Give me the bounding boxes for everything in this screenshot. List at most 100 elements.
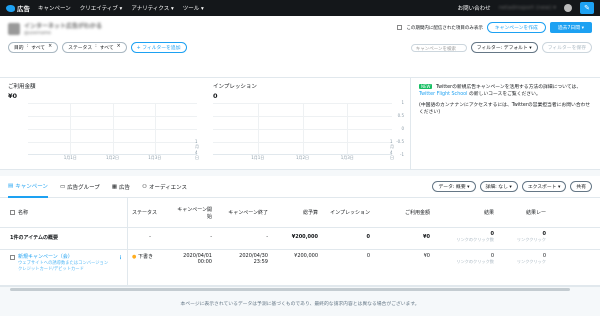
level-tabs: ▤ キャンペーン ▭ 広告グループ ▦ 広告 ⚇ オーディエンス データ: 概要… bbox=[0, 176, 600, 198]
summary-start: - bbox=[210, 234, 212, 240]
row-checkbox[interactable] bbox=[10, 255, 15, 260]
start-time: 00:00 bbox=[197, 259, 212, 265]
date-range-button[interactable]: 過去7日間 ▾ bbox=[549, 22, 592, 33]
save-filter-button[interactable]: フィルターを保存 bbox=[541, 42, 592, 53]
more-options-icon[interactable]: ⋮ bbox=[118, 255, 123, 261]
end-cell: 2020/04/30 23:59 bbox=[216, 250, 272, 268]
header-end[interactable]: キャンペーン終了 bbox=[216, 209, 272, 216]
main-nav: キャンペーン クリエイティブ ▾ アナリティクス ▾ ツール ▾ bbox=[38, 4, 204, 12]
filter-value: すべて bbox=[99, 46, 114, 51]
tab-audiences[interactable]: ⚇ オーディエンス bbox=[142, 176, 187, 198]
x-tick-label: 1月4日 bbox=[195, 139, 199, 160]
status-cell: ● 下書き bbox=[128, 250, 172, 263]
rate-cell: 0 リンククリック bbox=[498, 250, 550, 268]
select-all-checkbox[interactable] bbox=[10, 210, 15, 215]
tab-label: キャンペーン bbox=[15, 183, 48, 190]
header-name[interactable]: 名称 bbox=[0, 197, 128, 228]
horizontal-scrollbar[interactable] bbox=[0, 286, 600, 292]
ads-icon: ▦ bbox=[111, 183, 118, 190]
summary-name: 1件のアイテムの概要 bbox=[0, 228, 128, 250]
filter-status[interactable]: ステータス: すべて × bbox=[62, 42, 127, 53]
header-spend[interactable]: ご利用金額 bbox=[374, 209, 434, 216]
campaign-name-link[interactable]: 新規キャンペーン（会） bbox=[18, 253, 108, 260]
detail-dropdown[interactable]: 詳細: なし ▾ bbox=[479, 181, 518, 192]
y-tick-label: -1 bbox=[400, 152, 404, 157]
export-dropdown[interactable]: エクスポート ▾ bbox=[521, 181, 567, 192]
share-button[interactable]: 共有 bbox=[570, 181, 592, 192]
results-sub: リンクのクリック数 bbox=[456, 237, 494, 242]
brand-label: 広告 bbox=[17, 5, 30, 13]
tab-campaigns[interactable]: ▤ キャンペーン bbox=[8, 176, 48, 198]
header-label: 名称 bbox=[18, 210, 29, 216]
add-filter-button[interactable]: + フィルターを追加 bbox=[130, 42, 187, 53]
table-actions: データ: 概要 ▾ 詳細: なし ▾ エクスポート ▾ 共有 bbox=[432, 181, 592, 192]
campaign-search-input[interactable]: キャンペーンを検索 bbox=[410, 43, 467, 52]
header-results[interactable]: 結果 bbox=[434, 209, 498, 216]
notice-text: Twitterの新規広告キャンペーンを活用する方法の詳細については、 bbox=[436, 85, 582, 90]
header-status[interactable]: ステータス bbox=[128, 209, 172, 216]
tab-label: 広告 bbox=[119, 184, 131, 191]
top-navigation-bar: 広告 キャンペーン クリエイティブ ▾ アナリティクス ▾ ツール ▾ お問い合… bbox=[0, 0, 600, 16]
campaign-icon: ▤ bbox=[8, 182, 14, 189]
nav-tools[interactable]: ツール ▾ bbox=[183, 4, 204, 12]
x-tick-label: 1月3日 bbox=[340, 155, 354, 160]
nav-campaigns[interactable]: キャンペーン bbox=[38, 4, 71, 12]
summary-rate: 0 リンククリック bbox=[498, 228, 550, 246]
flight-school-link[interactable]: Twitter Flight School bbox=[419, 92, 467, 97]
spend-label: ご利用金額 bbox=[8, 84, 36, 90]
tab-ads[interactable]: ▦ 広告 bbox=[112, 176, 130, 198]
twitter-ads-logo[interactable]: 広告 bbox=[6, 3, 30, 13]
summary-row: 1件のアイテムの概要 - - - ¥200,000 0 ¥0 0 リンクのクリッ… bbox=[0, 228, 600, 250]
spend-value: ¥0 bbox=[8, 92, 18, 100]
data-view-dropdown[interactable]: データ: 概要 ▾ bbox=[432, 181, 476, 192]
new-badge: NEW bbox=[419, 84, 433, 89]
spend-panel: ご利用金額 ¥0 1月1日 1月2日 1月3日 1月4日 bbox=[0, 78, 205, 169]
notice-text: の新しいコースをご覧ください。 bbox=[468, 91, 541, 97]
y-tick-label: 0 bbox=[401, 126, 404, 131]
nav-creatives[interactable]: クリエイティブ ▾ bbox=[80, 4, 123, 12]
filter-key: ステータス bbox=[68, 46, 93, 51]
header-result-rate[interactable]: 結果レー bbox=[498, 209, 550, 216]
summary-spend: ¥0 bbox=[423, 234, 430, 240]
account-menu[interactable]: netadmsport (new) ▾ bbox=[499, 5, 556, 11]
rate-sub: リンククリック bbox=[516, 237, 546, 242]
audience-icon: ⚇ bbox=[142, 183, 147, 190]
end-time: 23:59 bbox=[253, 259, 268, 265]
header-impressions[interactable]: インプレッション bbox=[322, 209, 374, 216]
feather-icon[interactable]: ✎ bbox=[580, 2, 594, 14]
tab-label: オーディエンス bbox=[148, 184, 187, 191]
table-header: 名称 ステータス キャンペーン開始 キャンペーン終了 総予算 インプレッション … bbox=[0, 197, 600, 228]
account-handle: @username bbox=[24, 31, 51, 36]
impressions-chart: 1 0.5 0 -0.5 -1 1月1日 1月2日 1月3日 1月4日 bbox=[213, 100, 404, 160]
metrics-section: ご利用金額 ¥0 1月1日 1月2日 1月3日 1月4日 インプレッション 0 … bbox=[0, 78, 600, 170]
adgroup-icon: ▭ bbox=[59, 183, 66, 190]
filter-tools: キャンペーンを検索 フィルター: デフォルト ▾ フィルターを保存 bbox=[410, 42, 592, 53]
y-tick-label: 1 bbox=[401, 100, 404, 105]
topbar-right: お問い合わせ netadmsport (new) ▾ ✎ bbox=[458, 2, 594, 14]
header-start[interactable]: キャンペーン開始 bbox=[172, 206, 216, 220]
header-budget[interactable]: 総予算 bbox=[272, 209, 322, 216]
start-cell: 2020/04/01 00:00 bbox=[172, 250, 216, 268]
campaigns-table: 名称 ステータス キャンペーン開始 キャンペーン終了 総予算 インプレッション … bbox=[0, 197, 600, 292]
table-row[interactable]: 新規キャンペーン（会） ウェブサイトへの誘導数またはコンバージョン クレジットカ… bbox=[0, 250, 600, 286]
results-sub: リンクのクリック数 bbox=[456, 259, 494, 264]
avatar[interactable] bbox=[564, 4, 572, 12]
rate-sub: リンククリック bbox=[516, 259, 546, 264]
contact-link[interactable]: お問い合わせ bbox=[458, 4, 491, 12]
nav-analytics[interactable]: アナリティクス ▾ bbox=[131, 4, 173, 12]
notice-subtext: (中国語のカンナナンにアクセスするには、Twitterの営業担当者にお問い合わせ… bbox=[419, 102, 591, 115]
summary-end: - bbox=[266, 234, 268, 240]
scrollbar-thumb[interactable] bbox=[10, 288, 570, 291]
show-only-checkbox[interactable] bbox=[397, 25, 403, 30]
spend-chart: 1月1日 1月2日 1月3日 1月4日 bbox=[28, 103, 199, 160]
tab-label: 広告グループ bbox=[67, 184, 100, 191]
filter-value: すべて bbox=[31, 46, 46, 51]
x-tick-label: 1月1日 bbox=[63, 155, 77, 160]
twitter-bird-icon bbox=[6, 4, 15, 12]
create-campaign-button[interactable]: キャンペーンを作成 bbox=[486, 22, 546, 33]
filter-objective[interactable]: 目的: すべて × bbox=[8, 42, 59, 53]
summary-impressions: 0 bbox=[366, 234, 370, 240]
filter-default-dropdown[interactable]: フィルター: デフォルト ▾ bbox=[470, 42, 538, 53]
show-only-label: この期間内に配信された項目のみ表示 bbox=[406, 25, 483, 31]
tab-ad-groups[interactable]: ▭ 広告グループ bbox=[60, 176, 100, 198]
